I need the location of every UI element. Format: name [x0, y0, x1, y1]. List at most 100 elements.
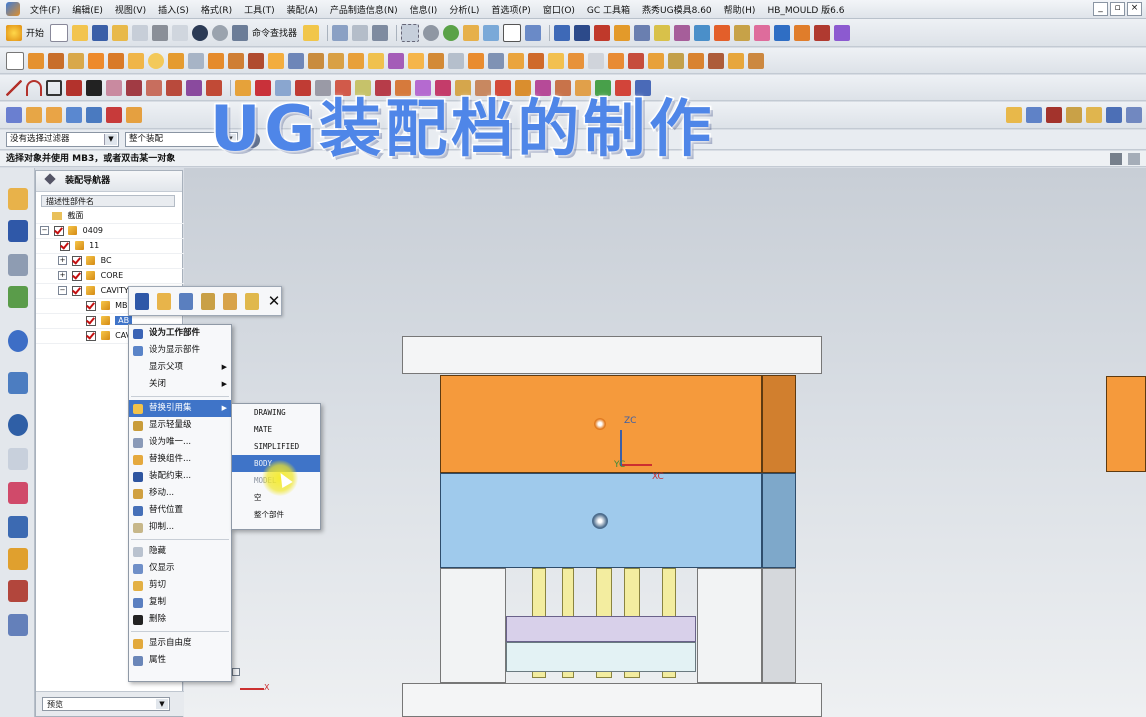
bottom-clamp-plate[interactable]	[402, 683, 822, 717]
menu-gc-toolbox[interactable]: GC 工具箱	[581, 3, 636, 16]
palette-tab-icon[interactable]	[8, 482, 28, 504]
pin-tool-icon[interactable]	[1066, 107, 1082, 123]
refset-simplified[interactable]: SIMPLIFIED	[232, 438, 320, 455]
command-finder-label[interactable]: 命令查找器	[252, 26, 297, 39]
intersect-icon[interactable]	[368, 52, 384, 69]
tree-row-bc[interactable]: + BC	[58, 253, 112, 268]
draft-icon[interactable]	[408, 52, 424, 69]
sphere-icon[interactable]	[148, 52, 164, 69]
tree-row-cav[interactable]: CAV	[86, 328, 131, 343]
expand-icon[interactable]: +	[58, 271, 67, 280]
menu-hb-mould[interactable]: HB_MOULD 版6.6	[761, 3, 850, 16]
table-icon[interactable]	[66, 107, 82, 123]
status-menu-icon[interactable]	[1128, 153, 1140, 165]
bridge-curve-icon[interactable]	[186, 79, 202, 96]
expand-icon[interactable]: +	[58, 256, 67, 265]
menu-preferences[interactable]: 首选项(P)	[485, 3, 536, 16]
section-view-icon[interactable]	[26, 107, 42, 123]
reuse-library-tab-icon[interactable]	[8, 286, 28, 308]
replace-component-tool-icon[interactable]	[223, 292, 237, 310]
menu-item-copy[interactable]: 复制	[129, 594, 231, 611]
menu-item-show-dof[interactable]: 显示自由度	[129, 635, 231, 652]
menu-item-close[interactable]: 关闭 ▶	[129, 376, 231, 393]
layer-icon[interactable]	[352, 24, 369, 41]
linked-body-icon[interactable]	[588, 52, 604, 69]
render-style-icon[interactable]	[423, 24, 440, 41]
offset-curve-icon[interactable]	[126, 79, 142, 96]
move-face-icon[interactable]	[488, 52, 504, 69]
promote-icon[interactable]	[628, 52, 644, 69]
menu-item-make-displayed-part[interactable]: 设为显示部件	[129, 342, 231, 359]
menu-edit[interactable]: 编辑(E)	[66, 3, 109, 16]
chevron-down-icon[interactable]: ▼	[156, 699, 168, 709]
preview-select[interactable]: 预览 ▼	[42, 697, 170, 711]
base-view-icon[interactable]	[46, 107, 62, 123]
block-icon[interactable]	[128, 52, 144, 69]
runner-icon[interactable]	[674, 24, 691, 41]
delete-tool-icon[interactable]	[172, 24, 189, 41]
support-block-right[interactable]	[697, 568, 762, 683]
light-icon[interactable]	[463, 24, 480, 41]
datum-icon[interactable]	[188, 52, 204, 69]
constraint-tool-icon[interactable]	[574, 24, 591, 41]
refset-mate[interactable]: MATE	[232, 421, 320, 438]
visibility-checkbox[interactable]	[71, 285, 82, 296]
insert-tool-icon[interactable]	[1026, 107, 1042, 123]
menu-item-move[interactable]: 移动...	[129, 485, 231, 502]
print-tab-icon[interactable]	[8, 580, 28, 602]
visibility-checkbox[interactable]	[53, 225, 64, 236]
polygon-icon[interactable]	[106, 79, 122, 96]
groove-icon[interactable]	[708, 52, 724, 69]
mold-wizard-icon[interactable]	[594, 24, 611, 41]
tree-row-11[interactable]: 11	[60, 238, 99, 253]
menu-item-show-lightweight[interactable]: 显示轻量级	[129, 417, 231, 434]
blend-icon[interactable]	[228, 52, 244, 69]
mold-base-icon[interactable]	[614, 24, 631, 41]
delete-face-icon[interactable]	[528, 52, 544, 69]
select-box-icon[interactable]	[401, 23, 420, 42]
knowledge-tab-icon[interactable]	[8, 614, 28, 636]
bom-icon[interactable]	[814, 24, 831, 41]
offset-face-icon[interactable]	[388, 52, 404, 69]
project-curve-icon[interactable]	[146, 79, 162, 96]
move-component-icon[interactable]	[201, 292, 215, 310]
extrude-icon[interactable]	[28, 52, 44, 69]
close-icon[interactable]: ✕	[267, 292, 281, 310]
paste-tool-icon[interactable]	[152, 24, 169, 41]
thicken-icon[interactable]	[428, 52, 444, 69]
menu-item-suppress[interactable]: 抑制...	[129, 519, 231, 536]
pocket-icon[interactable]	[794, 24, 811, 41]
start-icon[interactable]	[6, 24, 22, 41]
visibility-checkbox[interactable]	[86, 330, 96, 341]
top-clamp-plate[interactable]	[402, 336, 822, 374]
shading-icon[interactable]	[443, 24, 460, 41]
background-icon[interactable]	[503, 23, 522, 42]
hatch-icon[interactable]	[126, 107, 142, 123]
tree-row-cavity[interactable]: − CAVITY	[58, 283, 129, 298]
sketch-icon[interactable]	[332, 24, 349, 41]
menu-item-properties[interactable]: 属性	[129, 652, 231, 669]
visibility-checkbox[interactable]	[86, 315, 96, 326]
menu-view[interactable]: 视图(V)	[109, 3, 152, 16]
menu-insert[interactable]: 插入(S)	[152, 3, 195, 16]
support-block-left[interactable]	[440, 568, 506, 683]
open-folder-icon[interactable]	[72, 24, 89, 41]
assembly-navigator-tab-icon[interactable]	[8, 188, 28, 210]
lifter-icon[interactable]	[754, 24, 771, 41]
mirror-icon[interactable]	[308, 52, 324, 69]
graphics-window[interactable]: ZC YC XC X	[184, 168, 1146, 717]
display-only-icon[interactable]	[179, 292, 193, 310]
menu-yanxiu[interactable]: 燕秀UG模具8.60	[636, 3, 718, 16]
visibility-checkbox[interactable]	[86, 300, 96, 311]
pin-icon[interactable]	[44, 173, 56, 185]
resize-face-icon[interactable]	[548, 52, 564, 69]
patch-icon[interactable]	[668, 52, 684, 69]
roles-tab-icon[interactable]	[8, 548, 28, 570]
extract-icon[interactable]	[648, 52, 664, 69]
gate-icon[interactable]	[654, 24, 671, 41]
menu-item-make-work-part[interactable]: 设为工作部件	[129, 325, 231, 342]
offscreen-plate[interactable]	[1106, 376, 1146, 472]
visibility-checkbox[interactable]	[71, 255, 82, 266]
copy-tool-icon[interactable]	[132, 24, 149, 41]
part-navigator-tab-icon[interactable]	[8, 254, 28, 276]
